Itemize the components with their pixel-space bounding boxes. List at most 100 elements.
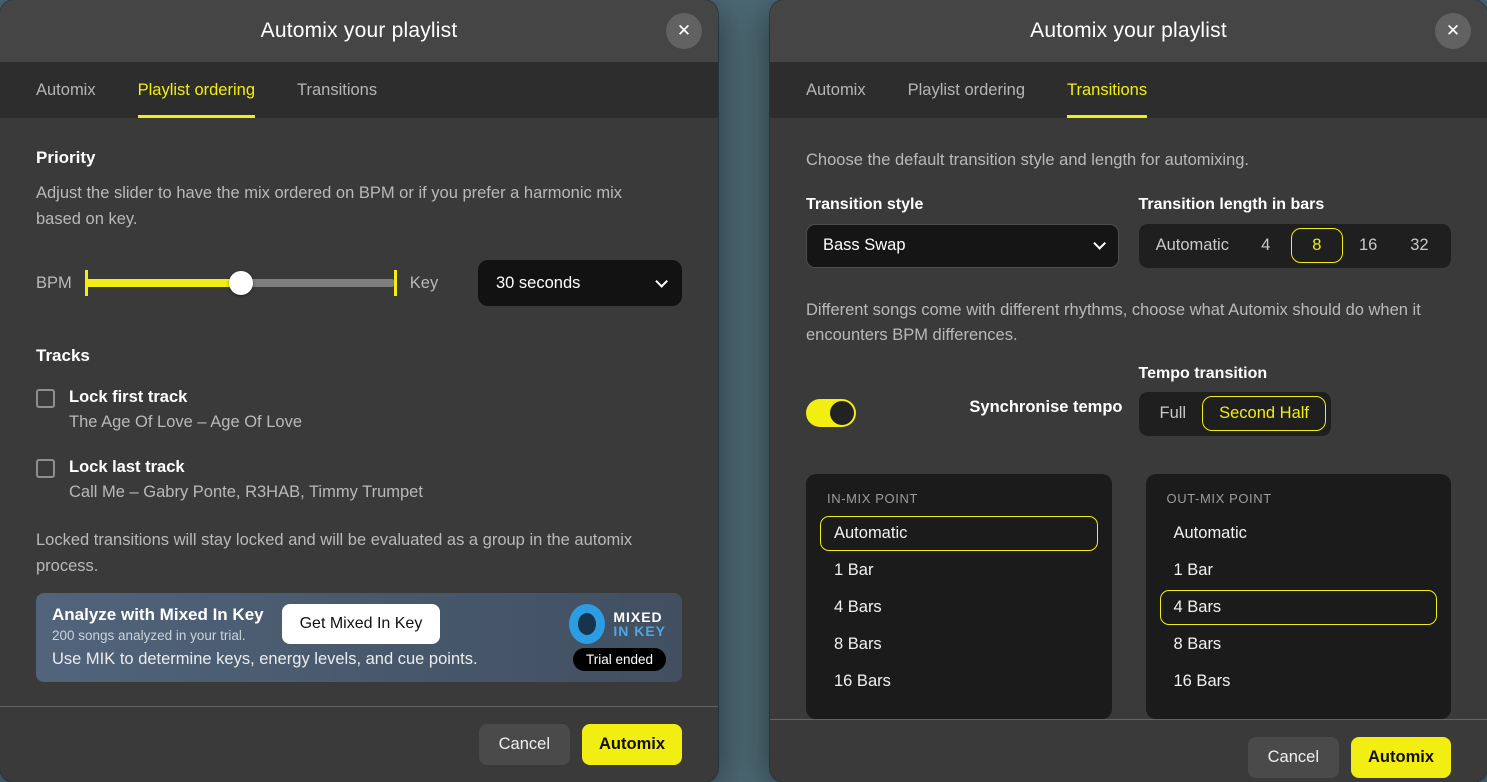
lock-first-track-checkbox[interactable]: [36, 389, 55, 408]
out-mix-option-automatic[interactable]: Automatic: [1160, 516, 1438, 551]
tempo-transition-column: Tempo transition Full Second Half: [1139, 365, 1331, 436]
lock-last-track-group: Lock last track Call Me – Gabry Ponte, R…: [36, 458, 682, 502]
slider-thumb[interactable]: [229, 271, 253, 295]
lock-first-track-label: Lock first track: [69, 388, 187, 407]
length-option-16[interactable]: 16: [1343, 228, 1394, 263]
dialog-footer: Cancel Automix: [770, 719, 1487, 782]
dialog-footer: Cancel Automix: [0, 706, 718, 782]
out-mix-option-1-bar[interactable]: 1 Bar: [1160, 553, 1438, 588]
lock-first-track-row[interactable]: Lock first track: [36, 388, 682, 408]
banner-description: Use MIK to determine keys, energy levels…: [52, 650, 478, 669]
lock-last-track-checkbox[interactable]: [36, 459, 55, 478]
chevron-down-icon: [655, 275, 668, 288]
tab-playlist-ordering[interactable]: Playlist ordering: [908, 62, 1025, 118]
synchronise-tempo-row: Synchronise tempo Tempo transition Full …: [806, 365, 1451, 436]
banner-title-block: Analyze with Mixed In Key 200 songs anal…: [52, 605, 264, 643]
banner-bottom-row: Use MIK to determine keys, energy levels…: [52, 648, 666, 671]
transition-style-value: Bass Swap: [823, 236, 906, 255]
slider-bpm-label: BPM: [36, 274, 72, 293]
transition-length-column: Transition length in bars Automatic 4 8 …: [1139, 196, 1452, 268]
tab-automix[interactable]: Automix: [36, 62, 96, 118]
logo-word-inkey: IN KEY: [613, 624, 666, 639]
transition-style-column: Transition style Bass Swap: [806, 196, 1119, 268]
in-mix-option-automatic[interactable]: Automatic: [820, 516, 1098, 551]
transition-controls-row: Transition style Bass Swap Transition le…: [806, 196, 1451, 268]
automix-dialog-playlist-ordering: Automix your playlist ✕ Automix Playlist…: [0, 0, 718, 782]
tracks-heading: Tracks: [36, 346, 682, 366]
synchronise-tempo-label: Synchronise tempo: [969, 398, 1122, 417]
get-mixed-in-key-button[interactable]: Get Mixed In Key: [282, 604, 441, 644]
automix-dialog-transitions: Automix your playlist ✕ Automix Playlist…: [770, 0, 1487, 782]
dialog-title: Automix your playlist: [261, 19, 458, 43]
dialog-header: Automix your playlist ✕: [770, 0, 1487, 62]
tab-bar: Automix Playlist ordering Transitions: [0, 62, 718, 118]
slider-left-cap: [85, 270, 88, 296]
transition-length-label: Transition length in bars: [1139, 196, 1452, 214]
close-icon[interactable]: ✕: [1435, 13, 1471, 49]
out-mix-point-heading: OUT-MIX POINT: [1167, 491, 1438, 506]
length-option-4[interactable]: 4: [1240, 228, 1291, 263]
tab-playlist-ordering[interactable]: Playlist ordering: [138, 62, 255, 118]
tab-transitions[interactable]: Transitions: [297, 62, 377, 118]
logo-word-mixed: MIXED: [613, 610, 666, 625]
mixed-in-key-ring-icon: [569, 604, 605, 644]
out-mix-option-4-bars[interactable]: 4 Bars: [1160, 590, 1438, 625]
dialog-body: Priority Adjust the slider to have the m…: [0, 118, 718, 706]
cancel-button[interactable]: Cancel: [1248, 737, 1339, 778]
transition-duration-dropdown[interactable]: 30 seconds: [478, 260, 682, 306]
lock-last-track-label: Lock last track: [69, 458, 185, 477]
priority-description: Adjust the slider to have the mix ordere…: [36, 181, 661, 232]
transitions-intro: Choose the default transition style and …: [806, 148, 1451, 174]
automix-button[interactable]: Automix: [582, 724, 682, 765]
tempo-option-second-half[interactable]: Second Half: [1202, 396, 1326, 431]
tempo-transition-label: Tempo transition: [1139, 365, 1331, 383]
mixed-in-key-banner: Analyze with Mixed In Key 200 songs anal…: [36, 593, 682, 682]
transition-style-label: Transition style: [806, 196, 1119, 214]
priority-heading: Priority: [36, 148, 682, 168]
trial-ended-badge: Trial ended: [573, 648, 666, 671]
length-option-8[interactable]: 8: [1291, 228, 1342, 263]
toggle-knob: [830, 401, 854, 425]
in-mix-point-card: IN-MIX POINT Automatic 1 Bar 4 Bars 8 Ba…: [806, 474, 1112, 719]
cancel-button[interactable]: Cancel: [479, 724, 570, 765]
transition-length-segmented: Automatic 4 8 16 32: [1139, 224, 1452, 268]
priority-slider-row: BPM Key 30 seconds: [36, 260, 682, 306]
bpm-differences-note: Different songs come with different rhyt…: [806, 298, 1451, 349]
lock-last-track-row[interactable]: Lock last track: [36, 458, 682, 478]
out-mix-option-16-bars[interactable]: 16 Bars: [1160, 664, 1438, 699]
mixed-in-key-wordmark: MIXED IN KEY: [613, 610, 666, 639]
synchronise-tempo-toggle[interactable]: [806, 399, 856, 427]
in-mix-option-8-bars[interactable]: 8 Bars: [820, 627, 1098, 662]
tab-bar: Automix Playlist ordering Transitions: [770, 62, 1487, 118]
automix-button[interactable]: Automix: [1351, 737, 1451, 778]
out-mix-point-card: OUT-MIX POINT Automatic 1 Bar 4 Bars 8 B…: [1146, 474, 1452, 719]
duration-value: 30 seconds: [496, 274, 580, 293]
transition-style-dropdown[interactable]: Bass Swap: [806, 224, 1119, 268]
in-mix-point-heading: IN-MIX POINT: [827, 491, 1098, 506]
close-icon[interactable]: ✕: [666, 13, 702, 49]
out-mix-option-8-bars[interactable]: 8 Bars: [1160, 627, 1438, 662]
dialog-title: Automix your playlist: [1030, 19, 1227, 43]
locked-transitions-note: Locked transitions will stay locked and …: [36, 528, 682, 579]
last-track-name: Call Me – Gabry Ponte, R3HAB, Timmy Trum…: [69, 483, 682, 502]
in-mix-option-1-bar[interactable]: 1 Bar: [820, 553, 1098, 588]
length-option-automatic[interactable]: Automatic: [1145, 228, 1241, 263]
in-mix-option-4-bars[interactable]: 4 Bars: [820, 590, 1098, 625]
dialog-header: Automix your playlist ✕: [0, 0, 718, 62]
slider-fill: [88, 279, 244, 287]
banner-title: Analyze with Mixed In Key: [52, 605, 264, 625]
banner-top-row: Analyze with Mixed In Key 200 songs anal…: [52, 604, 666, 644]
lock-first-track-group: Lock first track The Age Of Love – Age O…: [36, 388, 682, 432]
length-option-32[interactable]: 32: [1394, 228, 1445, 263]
dialog-body: Choose the default transition style and …: [770, 118, 1487, 719]
tempo-option-full[interactable]: Full: [1144, 396, 1203, 431]
mix-point-cards: IN-MIX POINT Automatic 1 Bar 4 Bars 8 Ba…: [806, 474, 1451, 719]
tab-automix[interactable]: Automix: [806, 62, 866, 118]
tab-transitions[interactable]: Transitions: [1067, 62, 1147, 118]
tempo-transition-segmented: Full Second Half: [1139, 392, 1331, 436]
banner-subtitle: 200 songs analyzed in your trial.: [52, 628, 264, 643]
bpm-key-slider[interactable]: [85, 269, 397, 297]
slider-key-label: Key: [410, 274, 438, 293]
chevron-down-icon: [1093, 237, 1106, 250]
in-mix-option-16-bars[interactable]: 16 Bars: [820, 664, 1098, 699]
